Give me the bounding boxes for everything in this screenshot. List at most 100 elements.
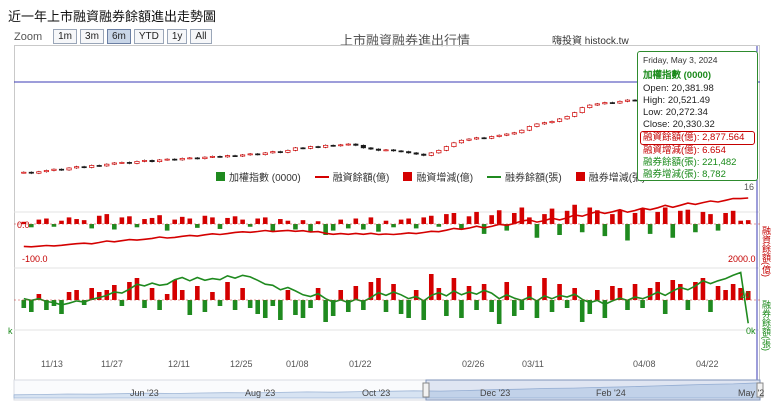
legend-swatch-short-balance bbox=[487, 175, 502, 178]
candle bbox=[549, 121, 555, 124]
candle bbox=[443, 146, 449, 151]
legend-item-margin-change[interactable]: 融資增減(億) bbox=[403, 169, 473, 184]
candle bbox=[579, 107, 585, 113]
short-change-bar bbox=[285, 290, 291, 300]
margin-change-bar bbox=[474, 211, 479, 224]
tooltip-high: High: 20,521.49 bbox=[643, 95, 711, 106]
margin-change-bar bbox=[602, 224, 608, 237]
navigator-tick-label: May '2 bbox=[738, 388, 764, 398]
margin-change-bar bbox=[738, 220, 743, 224]
legend-item-margin-balance[interactable]: 融資餘額(億) bbox=[314, 169, 389, 184]
short-change-bar bbox=[262, 300, 268, 318]
navigator-selection bbox=[425, 379, 761, 401]
short-change-bar bbox=[647, 288, 653, 300]
candle bbox=[104, 163, 110, 167]
short-change-bar bbox=[323, 300, 328, 322]
short-change-bar bbox=[519, 300, 525, 310]
x-tick-label: 01/08 bbox=[286, 359, 309, 369]
legend-item-short-balance[interactable]: 融券餘額(張) bbox=[487, 169, 562, 184]
margin-change-bar bbox=[300, 220, 306, 224]
margin-change-bar bbox=[164, 224, 170, 231]
margin-change-bar bbox=[285, 220, 291, 224]
candle bbox=[66, 167, 72, 171]
margin-change-bar bbox=[640, 208, 645, 224]
margin-change-bar bbox=[270, 224, 276, 232]
legend-item-short-change[interactable]: 融券增減(張) bbox=[575, 169, 645, 184]
margin-change-bar bbox=[685, 209, 691, 224]
short-change-bar bbox=[232, 300, 238, 310]
tooltip-open: Open: 20,381.98 bbox=[643, 83, 714, 94]
candle bbox=[390, 149, 397, 152]
navigator-tick-label: Dec '23 bbox=[480, 388, 510, 398]
candle bbox=[255, 153, 261, 156]
candle bbox=[285, 149, 291, 153]
candle bbox=[51, 168, 57, 171]
short-balance-line bbox=[23, 271, 749, 324]
short-change-bar bbox=[179, 290, 185, 300]
short-change-bar bbox=[187, 300, 193, 315]
right-axis-title: 融券餘額(張) bbox=[761, 300, 771, 351]
margin-change-bar bbox=[557, 224, 562, 235]
margin-change-bar bbox=[715, 224, 721, 231]
short-change-bar bbox=[610, 286, 615, 300]
legend-label: 融資增減(億) bbox=[416, 173, 474, 184]
short-change-bar bbox=[557, 284, 562, 300]
candle bbox=[217, 156, 223, 158]
candle bbox=[609, 102, 615, 104]
short-change-bar bbox=[74, 290, 79, 300]
margin-change-bar bbox=[496, 210, 502, 224]
margin-change-bar bbox=[406, 218, 411, 224]
candle bbox=[360, 144, 366, 149]
short-change-bar bbox=[398, 300, 404, 314]
margin-change-bar bbox=[262, 217, 268, 224]
short-change-bar bbox=[96, 292, 102, 300]
tooltip-short-balance: 融券餘額(張): 221,482 bbox=[643, 157, 737, 168]
candle bbox=[292, 147, 298, 151]
candle bbox=[572, 112, 578, 117]
short-change-bar bbox=[383, 300, 389, 312]
margin-change-bar bbox=[338, 219, 344, 224]
margin-change-bar bbox=[655, 211, 660, 224]
left-axis-label: k bbox=[8, 326, 13, 336]
margin-change-bar bbox=[549, 208, 555, 224]
short-change-bar bbox=[496, 300, 502, 324]
right-axis-label: 2000.0 bbox=[728, 254, 756, 264]
margin-change-bar bbox=[172, 219, 178, 224]
margin-change-bar bbox=[421, 217, 427, 224]
margin-change-bar bbox=[315, 221, 321, 224]
legend-swatch-short-change bbox=[575, 172, 585, 181]
candle bbox=[81, 166, 87, 169]
navigator-tick-label: Oct '23 bbox=[362, 388, 390, 398]
navigator-tick-label: Jun '23 bbox=[130, 388, 159, 398]
margin-change-bar bbox=[225, 217, 230, 224]
short-change-bar bbox=[730, 284, 736, 300]
short-change-bar bbox=[149, 288, 155, 300]
tooltip-short-change: 融券增減(張): 8,782 bbox=[643, 169, 726, 180]
margin-change-bar bbox=[489, 215, 494, 224]
short-change-bar bbox=[210, 292, 215, 300]
candle bbox=[602, 102, 608, 105]
short-change-bar bbox=[247, 300, 253, 308]
margin-change-bar bbox=[708, 214, 713, 224]
candle bbox=[519, 129, 525, 134]
candle bbox=[474, 137, 480, 140]
margin-change-bar bbox=[391, 224, 396, 228]
margin-change-bar bbox=[81, 220, 87, 224]
short-change-bar bbox=[421, 300, 427, 320]
tooltip-margin-balance: 融資餘額(億): 2,877.564 bbox=[640, 131, 755, 145]
legend-item-index[interactable]: 加權指數 (0000) bbox=[216, 169, 301, 184]
margin-change-bar bbox=[444, 214, 449, 224]
candle bbox=[481, 137, 487, 140]
margin-change-bar bbox=[368, 217, 374, 224]
legend-swatch-margin-balance bbox=[314, 175, 329, 178]
navigator-handle-left bbox=[422, 382, 430, 398]
short-change-bar bbox=[293, 300, 298, 315]
margin-change-bar bbox=[89, 224, 94, 229]
candle bbox=[315, 146, 321, 148]
short-change-bar bbox=[278, 300, 283, 320]
candle bbox=[43, 170, 49, 173]
short-change-bar bbox=[489, 300, 494, 312]
candle bbox=[436, 149, 442, 154]
tooltip-margin-change: 融資增減(億): 6.654 bbox=[643, 145, 726, 156]
margin-change-bar bbox=[345, 224, 351, 229]
